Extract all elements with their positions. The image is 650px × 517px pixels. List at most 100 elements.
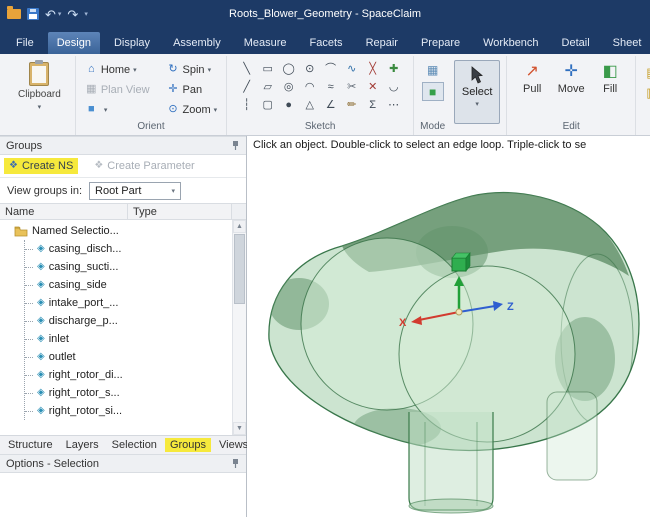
named-selection-label: casing_sucti... bbox=[48, 261, 119, 273]
sketch-tool-icon[interactable]: ≈ bbox=[328, 81, 334, 93]
sketch-tool-icon[interactable]: ∠ bbox=[326, 99, 336, 111]
tree-folder-row[interactable]: Named Selectio... bbox=[0, 222, 246, 240]
3d-viewport[interactable]: Click an object. Double-click to select … bbox=[247, 136, 650, 517]
ribbon-tab[interactable]: Design bbox=[47, 32, 100, 54]
ribbon-extra-icon[interactable]: ▤ bbox=[646, 66, 650, 79]
title-bar: Roots_Blower_Geometry - SpaceClaim ↶ ▾ ↷… bbox=[0, 0, 650, 28]
ribbon-tab[interactable]: Detail bbox=[553, 32, 599, 54]
named-selection-item[interactable]: ◈ casing_disch... bbox=[25, 240, 246, 258]
ribbon-tab[interactable]: Workbench bbox=[474, 32, 547, 54]
mode-button[interactable]: ▦ bbox=[422, 60, 444, 79]
app-menu-button[interactable] bbox=[7, 6, 21, 19]
paste-button[interactable]: Clipboard ▾ bbox=[8, 57, 71, 113]
ribbon-tab[interactable]: Facets bbox=[301, 32, 352, 54]
sketch-tool-icon[interactable]: ✂ bbox=[347, 81, 356, 93]
y-axis-handle[interactable] bbox=[451, 252, 471, 272]
orient-group: ⌂ Home ▾ ↻ Spin ▾ ▦ Plan View ✛ Pan ■ ▾ … bbox=[74, 56, 226, 135]
pin-icon[interactable] bbox=[231, 140, 240, 151]
chevron-down-icon: ▾ bbox=[475, 101, 479, 108]
named-selection-item[interactable]: ◈ casing_sucti... bbox=[25, 258, 246, 276]
origin-point bbox=[455, 308, 463, 316]
orient-button[interactable]: ▦ Plan View bbox=[82, 80, 156, 99]
sketch-tool-icon[interactable]: ◯ bbox=[283, 63, 295, 75]
ribbon-tab[interactable]: Assembly bbox=[164, 32, 230, 54]
named-selection-item[interactable]: ◈ outlet bbox=[25, 348, 246, 366]
mode-group: ▦ ■ Mode Select ▾ bbox=[413, 56, 506, 135]
sketch-tool-icon[interactable]: ╳ bbox=[369, 63, 376, 75]
tree-scrollbar[interactable]: ▲ ▼ bbox=[232, 220, 246, 435]
chevron-down-icon: ▾ bbox=[84, 11, 88, 18]
sketch-tool-icon[interactable]: ◎ bbox=[284, 81, 294, 93]
sketch-tool-icon[interactable]: Σ bbox=[369, 99, 376, 111]
edit-tool-button[interactable]: ↗ Pull bbox=[515, 60, 549, 96]
sketch-tool-icon[interactable]: ⊙ bbox=[305, 63, 314, 75]
chevron-down-icon: ▾ bbox=[171, 187, 176, 195]
ribbon-tab[interactable]: Repair bbox=[357, 32, 407, 54]
model-roots-blower: X Z bbox=[268, 192, 640, 514]
named-selection-item[interactable]: ◈ casing_side bbox=[25, 276, 246, 294]
ribbon-tab[interactable]: Measure bbox=[235, 32, 296, 54]
orient-button[interactable]: ✛ Pan bbox=[164, 80, 221, 99]
sketch-tool-icon[interactable]: ✏ bbox=[347, 99, 356, 111]
sketch-tool-icon[interactable]: ╱ bbox=[243, 81, 250, 93]
edit-tool-button[interactable]: ✛ Move bbox=[554, 60, 588, 96]
undo-button[interactable]: ↶ ▾ bbox=[45, 8, 61, 21]
panel-tab[interactable]: Selection bbox=[107, 438, 162, 452]
orient-label: Home bbox=[100, 63, 131, 76]
scrollbar-thumb[interactable] bbox=[234, 234, 245, 304]
ribbon-extra-icon[interactable]: ▥ bbox=[646, 86, 650, 99]
named-selection-item[interactable]: ◈ discharge_p... bbox=[25, 312, 246, 330]
sketch-tool-icon[interactable]: △ bbox=[305, 99, 313, 111]
sketch-tool-icon[interactable]: ▢ bbox=[262, 99, 272, 111]
orient-button[interactable]: ■ ▾ bbox=[82, 100, 156, 119]
ribbon-tab-label: Sheet bbox=[612, 37, 642, 49]
sketch-tool-icon[interactable]: ┆ bbox=[243, 99, 250, 111]
save-button[interactable] bbox=[27, 8, 39, 20]
ribbon-tab[interactable]: Display bbox=[105, 32, 159, 54]
named-selection-item[interactable]: ◈ inlet bbox=[25, 330, 246, 348]
ribbon-tab-label: File bbox=[16, 37, 34, 49]
panel-tab[interactable]: Structure bbox=[3, 438, 58, 452]
sketch-tool-icon[interactable]: ╲ bbox=[243, 63, 250, 75]
ribbon-tab[interactable]: Sheet bbox=[604, 32, 650, 54]
column-header-name[interactable]: Name bbox=[0, 204, 128, 219]
panel-tab[interactable]: Layers bbox=[61, 438, 104, 452]
sketch-tool-icon[interactable]: ◠ bbox=[305, 81, 315, 93]
scrollbar-down-button[interactable]: ▼ bbox=[233, 422, 246, 435]
redo-button[interactable]: ↷ bbox=[67, 8, 78, 21]
orient-button[interactable]: ↻ Spin ▾ bbox=[164, 60, 221, 79]
panel-tab[interactable]: Groups bbox=[164, 438, 212, 452]
named-selection-item[interactable]: ◈ right_rotor_si... bbox=[25, 402, 246, 420]
create-ns-button[interactable]: ❖ Create NS bbox=[4, 158, 79, 174]
scrollbar-up-button[interactable]: ▲ bbox=[233, 220, 246, 233]
sketch-tool-icon[interactable]: ● bbox=[285, 99, 292, 111]
sketch-tool-icon[interactable]: ▱ bbox=[263, 81, 271, 93]
orient-button[interactable]: ⌂ Home ▾ bbox=[82, 60, 156, 79]
named-selection-item[interactable]: ◈ right_rotor_s... bbox=[25, 384, 246, 402]
ribbon-tab[interactable]: Prepare bbox=[412, 32, 469, 54]
sketch-tool-icon[interactable]: ✚ bbox=[389, 63, 398, 75]
chevron-down-icon: ▾ bbox=[213, 106, 218, 114]
ribbon-tab[interactable]: File bbox=[7, 32, 43, 54]
pin-icon[interactable] bbox=[231, 458, 240, 469]
named-selection-item[interactable]: ◈ intake_port_... bbox=[25, 294, 246, 312]
view-groups-dropdown[interactable]: Root Part ▾ bbox=[89, 181, 182, 200]
orient-icon: ✛ bbox=[168, 83, 178, 95]
orient-label: Pan bbox=[182, 83, 203, 96]
mode-button[interactable]: ■ bbox=[421, 82, 444, 101]
named-selection-item[interactable]: ◈ right_rotor_di... bbox=[25, 366, 246, 384]
sketch-tool-icon[interactable]: ◡ bbox=[389, 81, 399, 93]
qat-customize-button[interactable]: ▾ bbox=[84, 10, 88, 18]
sketch-tool-icon[interactable]: ✕ bbox=[368, 81, 377, 93]
sketch-tool-icon[interactable]: ∿ bbox=[347, 63, 356, 75]
ribbon-tab-label: Assembly bbox=[173, 37, 221, 49]
column-header-type[interactable]: Type bbox=[128, 204, 231, 219]
edit-tool-button[interactable]: ◧ Fill bbox=[593, 60, 627, 96]
select-button[interactable]: Select ▾ bbox=[454, 60, 501, 124]
sketch-tool-icon[interactable]: ⋯ bbox=[388, 99, 399, 111]
tree-header-button[interactable] bbox=[231, 204, 246, 219]
sketch-tool-icon[interactable]: ▭ bbox=[262, 63, 272, 75]
sketch-tool-icon[interactable]: ⌒ bbox=[325, 63, 336, 75]
orient-button[interactable]: ⊙ Zoom ▾ bbox=[164, 100, 221, 119]
ribbon-tab-bar: File Design Display Assembly Measure Fac… bbox=[0, 28, 650, 54]
